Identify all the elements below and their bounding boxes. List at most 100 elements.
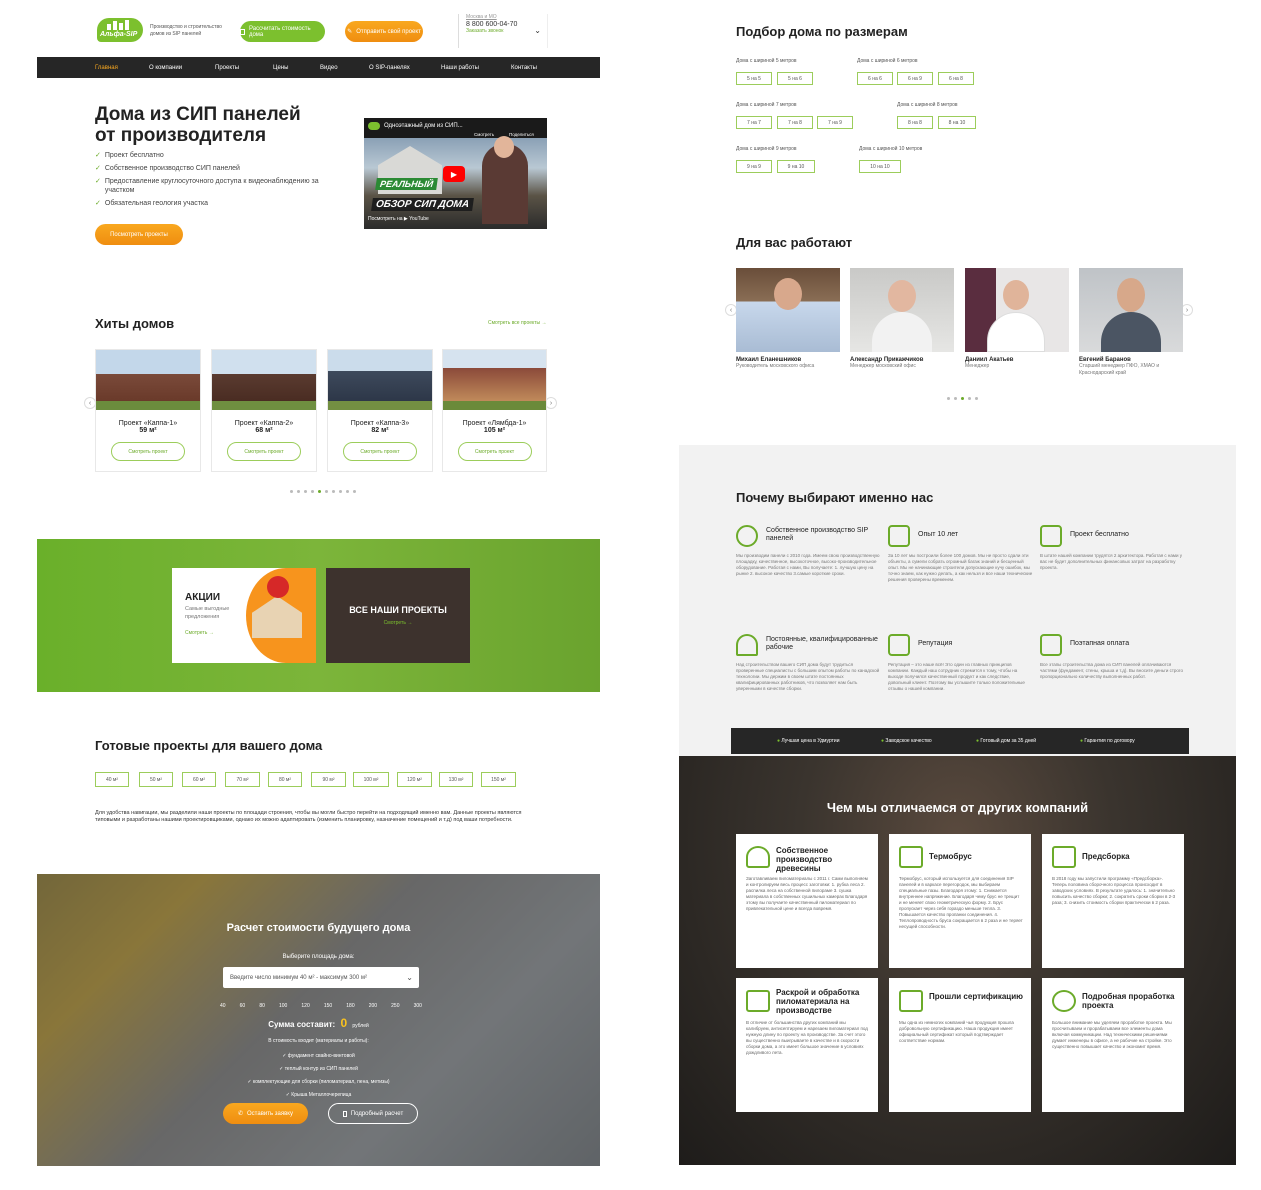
size-group-label: Дома с шириной 9 метров xyxy=(736,146,797,152)
size-group-label: Дома с шириной 10 метров xyxy=(859,146,923,152)
video-share[interactable]: Поделиться xyxy=(509,132,534,137)
area-scale[interactable]: 40 60 80 100 120 150 180 200 250 300 xyxy=(220,1003,422,1009)
calculate-cost-button[interactable]: Рассчитать стоимость дома xyxy=(240,21,325,42)
view-project-button[interactable]: Смотреть проект xyxy=(227,442,301,461)
team-member[interactable]: Даниил Акатьев Менеджер xyxy=(965,268,1069,370)
advantage-item: ● Лучшая цена в Удмуртии xyxy=(777,738,840,744)
house-photo xyxy=(212,350,316,410)
size-chip[interactable]: 9 на 10 xyxy=(777,160,815,173)
chevron-down-icon[interactable]: ⌄ xyxy=(534,26,541,35)
detailed-calc-button[interactable]: Подробный расчет xyxy=(328,1103,418,1124)
hero-title: Дома из СИП панелей от производителя xyxy=(95,104,301,146)
team-pagination[interactable] xyxy=(945,394,980,400)
size-chip[interactable]: 5 на 6 xyxy=(777,72,813,85)
all-projects-link[interactable]: Смотреть → xyxy=(326,620,470,626)
size-chip[interactable]: 7 на 8 xyxy=(777,116,813,129)
area-chip-50[interactable]: 50 м² xyxy=(139,772,173,787)
hard-hat-icon xyxy=(736,634,758,656)
hits-pagination[interactable] xyxy=(288,487,358,493)
area-chip-80[interactable]: 80 м² xyxy=(268,772,302,787)
logo[interactable]: Альфа-SIP xyxy=(97,18,143,42)
area-chip-90[interactable]: 90 м² xyxy=(311,772,346,787)
project-card[interactable]: Проект «Каппа-2» 68 м² Смотреть проект xyxy=(211,349,317,472)
team-member[interactable]: Александр Прикажчиков Менеджер московски… xyxy=(850,268,954,370)
advantages-bar: ● Лучшая цена в Удмуртии ● Заводское кач… xyxy=(731,728,1189,754)
play-icon[interactable]: ▶ xyxy=(443,166,465,182)
diff-card: Прошли сертификацию Мы одна из немногих … xyxy=(889,978,1031,1112)
nav-item-projects[interactable]: Проекты xyxy=(215,65,273,71)
size-chip[interactable]: 10 на 10 xyxy=(859,160,901,173)
check-icon: ● xyxy=(1080,738,1084,744)
nav-item-about[interactable]: О компании xyxy=(149,65,215,71)
watch-on-youtube[interactable]: Посмотреть на ▶ YouTube xyxy=(368,216,429,222)
area-chip-120[interactable]: 120 м² xyxy=(397,772,432,787)
hero-point: ✓ Проект бесплатно xyxy=(95,152,164,159)
size-chip[interactable]: 7 на 9 xyxy=(817,116,853,129)
logo-text: Альфа-SIP xyxy=(100,31,138,38)
view-project-button[interactable]: Смотреть проект xyxy=(111,442,185,461)
all-projects-link[interactable]: Смотреть все проекты → xyxy=(488,320,547,326)
team-member[interactable]: Михаил Еланешников Руководитель московск… xyxy=(736,268,840,370)
view-project-button[interactable]: Смотреть проект xyxy=(343,442,417,461)
area-chip-100[interactable]: 100 м² xyxy=(353,772,389,787)
phone-icon: ✆ xyxy=(237,1111,244,1117)
project-card[interactable]: Проект «Каппа-1» 59 м² Смотреть проект xyxy=(95,349,201,472)
thumbs-up-icon xyxy=(888,634,910,656)
size-chip[interactable]: 6 на 9 xyxy=(897,72,933,85)
member-photo xyxy=(965,268,1069,352)
nav-item-contacts[interactable]: Контакты xyxy=(511,65,537,71)
calc-sum: Сумма составит: 0 рублей xyxy=(268,1016,369,1030)
wallet-icon xyxy=(1040,634,1062,656)
area-chip-70[interactable]: 70 м² xyxy=(225,772,260,787)
video-watch-later[interactable]: Смотреть xyxy=(474,132,494,137)
diff-card: Предсборка В 2018 году мы запустили прог… xyxy=(1042,834,1184,968)
diff-card: Раскрой и обработка пиломатериала на про… xyxy=(736,978,878,1112)
ready-title: Готовые проекты для вашего дома xyxy=(95,738,323,753)
nav-item-sip[interactable]: О SIP-панелях xyxy=(369,65,441,71)
nav-item-video[interactable]: Видео xyxy=(320,65,369,71)
team-member[interactable]: Евгений Баранов Старший менеджер ПФО, ХМ… xyxy=(1079,268,1183,377)
size-chip[interactable]: 6 на 6 xyxy=(857,72,893,85)
project-card[interactable]: Проект «Лямбда-1» 105 м² Смотреть проект xyxy=(442,349,547,472)
saw-icon xyxy=(746,990,770,1012)
view-project-button[interactable]: Смотреть проект xyxy=(457,442,532,461)
project-card[interactable]: Проект «Каппа-3» 82 м² Смотреть проект xyxy=(327,349,433,472)
area-chip-40[interactable]: 40 м² xyxy=(95,772,129,787)
area-chip-150[interactable]: 150 м² xyxy=(481,772,516,787)
size-chip[interactable]: 9 на 9 xyxy=(736,160,772,173)
nav-item-home[interactable]: Главная xyxy=(95,65,149,71)
header-tagline: Производство и строительство домов из SI… xyxy=(150,24,222,37)
size-group-label: Дома с шириной 8 метров xyxy=(897,102,958,108)
size-group-label: Дома с шириной 7 метров xyxy=(736,102,797,108)
size-chip[interactable]: 7 на 7 xyxy=(736,116,772,129)
size-chip[interactable]: 5 на 5 xyxy=(736,72,772,85)
house-photo xyxy=(443,350,546,410)
area-chip-60[interactable]: 60 м² xyxy=(182,772,216,787)
video-banner-review: ОБЗОР СИП ДОМА xyxy=(371,198,474,211)
video-title: Одноэтажный дом из СИП... xyxy=(384,123,463,129)
size-chip[interactable]: 6 на 8 xyxy=(938,72,974,85)
hero-point: ✓ Предоставление круглосуточного доступа … xyxy=(95,178,319,194)
send-project-button[interactable]: ✎ Отправить свой проект xyxy=(345,21,423,42)
main-nav: Главная О компании Проекты Цены Видео О … xyxy=(37,57,600,78)
nav-item-works[interactable]: Наши работы xyxy=(441,65,511,71)
check-icon: ● xyxy=(777,738,781,744)
house-sun-icon xyxy=(888,525,910,547)
tree-icon xyxy=(746,846,770,868)
nav-item-prices[interactable]: Цены xyxy=(273,65,320,71)
area-chip-130[interactable]: 130 м² xyxy=(439,772,473,787)
offers-link[interactable]: Смотреть → xyxy=(185,630,214,636)
size-chip[interactable]: 8 на 8 xyxy=(897,116,933,129)
advantage-item: ● Гарантия по договору xyxy=(1080,738,1135,744)
video-player[interactable]: Одноэтажный дом из СИП... Смотреть Подел… xyxy=(364,118,547,229)
advantage-item: ● Заводское качество xyxy=(881,738,932,744)
area-input[interactable]: Введите число минимум 40 м² - максимум 3… xyxy=(223,967,419,988)
hero-point: ✓ Собственное производство СИП панелей xyxy=(95,165,240,172)
leave-request-button[interactable]: ✆ Оставить заявку xyxy=(223,1103,308,1124)
size-chip[interactable]: 8 на 10 xyxy=(938,116,976,129)
promo-offers-card[interactable]: АКЦИИ Самые выгодные предложения Смотрет… xyxy=(172,568,316,663)
diff-title: Чем мы отличаемся от других компаний xyxy=(826,800,1089,815)
region-select[interactable]: Москва и МО xyxy=(466,14,547,21)
view-projects-button[interactable]: Посмотреть проекты xyxy=(95,224,183,245)
all-projects-card[interactable]: ВСЕ НАШИ ПРОЕКТЫ Смотреть → xyxy=(326,568,470,663)
